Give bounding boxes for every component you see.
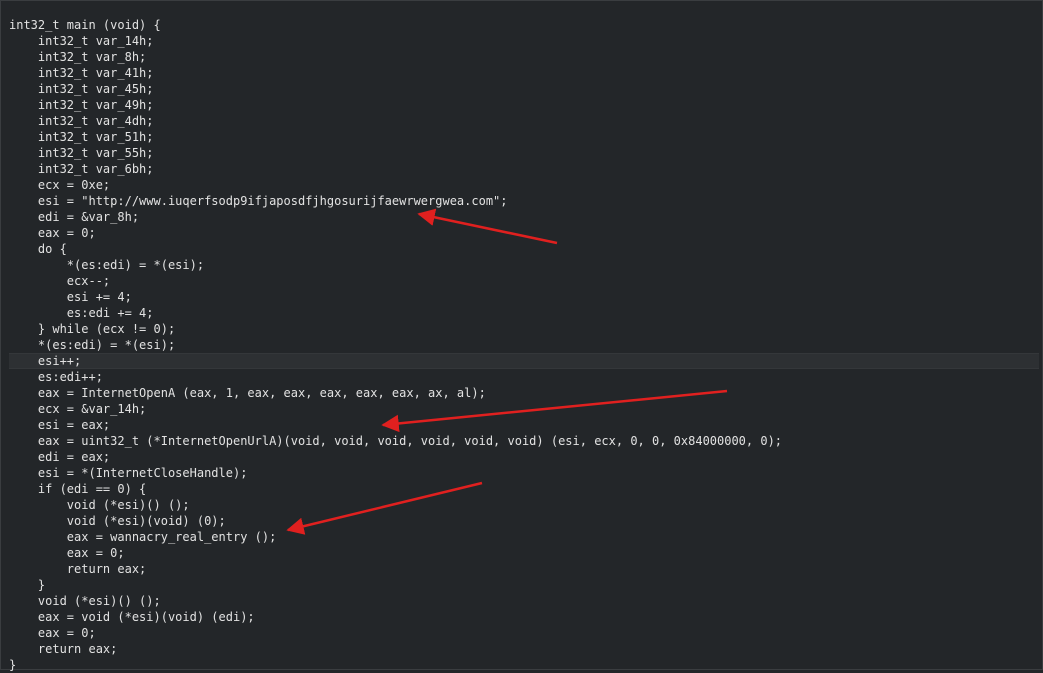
code-line[interactable]: esi += 4; — [9, 289, 1039, 305]
code-line[interactable]: if (edi == 0) { — [9, 481, 1039, 497]
code-line[interactable]: ecx--; — [9, 273, 1039, 289]
code-line[interactable]: int32_t var_14h; — [9, 33, 1039, 49]
code-line[interactable]: int32_t var_6bh; — [9, 161, 1039, 177]
code-line[interactable]: edi = eax; — [9, 449, 1039, 465]
code-line[interactable]: edi = &var_8h; — [9, 209, 1039, 225]
code-line[interactable]: } — [9, 577, 1039, 593]
code-line[interactable]: int32_t var_4dh; — [9, 113, 1039, 129]
code-view: int32_t main (void) { int32_t var_14h; i… — [9, 17, 1039, 673]
code-line[interactable]: int32_t var_41h; — [9, 65, 1039, 81]
code-line[interactable]: int32_t var_55h; — [9, 145, 1039, 161]
code-line[interactable]: eax = uint32_t (*InternetOpenUrlA)(void,… — [9, 433, 1039, 449]
code-line[interactable]: ecx = 0xe; — [9, 177, 1039, 193]
code-line[interactable]: eax = 0; — [9, 625, 1039, 641]
code-line[interactable]: *(es:edi) = *(esi); — [9, 337, 1039, 353]
code-line[interactable]: eax = 0; — [9, 545, 1039, 561]
code-line[interactable]: esi = "http://www.iuqerfsodp9ifjaposdfjh… — [9, 193, 1039, 209]
code-line[interactable]: } while (ecx != 0); — [9, 321, 1039, 337]
code-line[interactable]: int32_t main (void) { — [9, 17, 1039, 33]
code-line[interactable]: do { — [9, 241, 1039, 257]
code-line[interactable]: eax = InternetOpenA (eax, 1, eax, eax, e… — [9, 385, 1039, 401]
code-line[interactable]: } — [9, 657, 1039, 673]
code-line[interactable]: ecx = &var_14h; — [9, 401, 1039, 417]
code-editor[interactable]: int32_t main (void) { int32_t var_14h; i… — [0, 0, 1043, 673]
code-line[interactable]: eax = 0; — [9, 225, 1039, 241]
code-line[interactable]: int32_t var_8h; — [9, 49, 1039, 65]
code-line[interactable]: esi = eax; — [9, 417, 1039, 433]
code-line[interactable]: esi = *(InternetCloseHandle); — [9, 465, 1039, 481]
code-line[interactable]: es:edi++; — [9, 369, 1039, 385]
code-line[interactable]: int32_t var_49h; — [9, 97, 1039, 113]
code-line[interactable]: eax = wannacry_real_entry (); — [9, 529, 1039, 545]
code-line[interactable]: void (*esi)() (); — [9, 497, 1039, 513]
code-line[interactable]: void (*esi)() (); — [9, 593, 1039, 609]
code-line[interactable]: eax = void (*esi)(void) (edi); — [9, 609, 1039, 625]
code-line[interactable]: return eax; — [9, 641, 1039, 657]
code-line[interactable]: *(es:edi) = *(esi); — [9, 257, 1039, 273]
code-line[interactable]: int32_t var_51h; — [9, 129, 1039, 145]
code-line[interactable]: return eax; — [9, 561, 1039, 577]
code-line[interactable]: void (*esi)(void) (0); — [9, 513, 1039, 529]
code-line[interactable]: es:edi += 4; — [9, 305, 1039, 321]
code-line[interactable]: esi++; — [9, 353, 1039, 369]
code-line[interactable]: int32_t var_45h; — [9, 81, 1039, 97]
